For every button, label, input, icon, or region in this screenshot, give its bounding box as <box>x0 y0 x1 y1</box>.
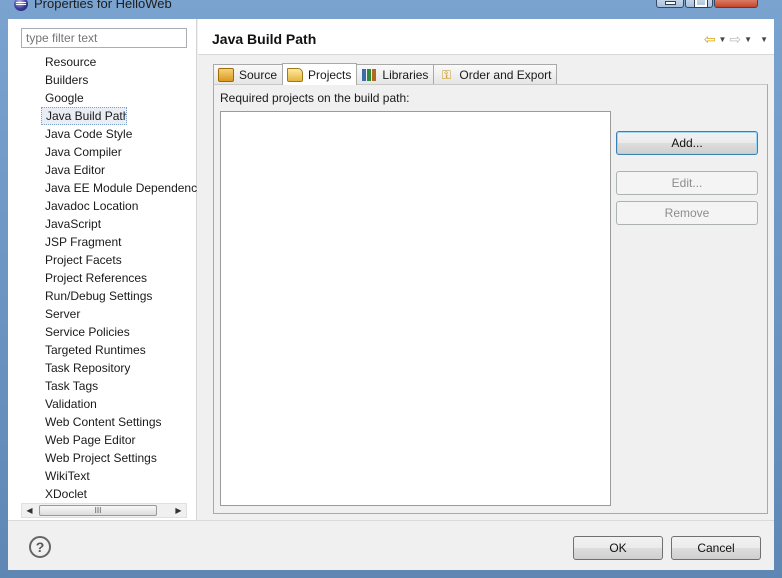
tree-item-web-page-editor[interactable]: Web Page Editor <box>41 431 197 449</box>
page-header: Java Build Path ⇦ ▼ ⇨ ▼ ▼ <box>198 19 774 55</box>
back-arrow-icon[interactable]: ⇦ <box>704 31 716 48</box>
tree-item-xdoclet[interactable]: XDoclet <box>41 485 197 503</box>
view-menu-icon[interactable]: ▼ <box>760 35 768 44</box>
tab-libraries[interactable]: Libraries <box>356 64 435 85</box>
tree-item-web-project-settings[interactable]: Web Project Settings <box>41 449 197 467</box>
back-dropdown-icon[interactable]: ▼ <box>719 35 727 44</box>
tree-item-wikitext[interactable]: WikiText <box>41 467 197 485</box>
tree-item-run-debug-settings[interactable]: Run/Debug Settings <box>41 287 197 305</box>
tree-item-java-ee-module-dependencies[interactable]: Java EE Module Dependencies <box>41 179 197 197</box>
tree-item-java-compiler[interactable]: Java Compiler <box>41 143 197 161</box>
tree-item-validation[interactable]: Validation <box>41 395 197 413</box>
project-folder-icon <box>287 67 304 82</box>
tree-item-java-build-path[interactable]: Java Build Path <box>41 107 127 125</box>
tree-item-task-repository[interactable]: Task Repository <box>41 359 197 377</box>
tab-projects[interactable]: Projects <box>282 63 358 85</box>
tree-item-google[interactable]: Google <box>41 89 197 107</box>
required-projects-label: Required projects on the build path: <box>220 91 410 105</box>
tree-item-targeted-runtimes[interactable]: Targeted Runtimes <box>41 341 197 359</box>
category-tree[interactable]: Resource Builders Google Java Build Path… <box>41 53 197 503</box>
history-navigation: ⇦ ▼ ⇨ ▼ ▼ <box>701 31 768 48</box>
tree-item-resource[interactable]: Resource <box>41 53 197 71</box>
window-controls <box>655 0 758 8</box>
horizontal-scrollbar[interactable]: ◀ III ▶ <box>21 503 187 518</box>
property-page: Java Build Path ⇦ ▼ ⇨ ▼ ▼ Source Project… <box>198 19 774 520</box>
tree-item-java-code-style[interactable]: Java Code Style <box>41 125 197 143</box>
tree-item-project-references[interactable]: Project References <box>41 269 197 287</box>
tab-libraries-label: Libraries <box>382 68 429 82</box>
tree-item-project-facets[interactable]: Project Facets <box>41 251 197 269</box>
tree-item-server[interactable]: Server <box>41 305 197 323</box>
forward-arrow-icon[interactable]: ⇨ <box>729 31 741 48</box>
category-pane: Resource Builders Google Java Build Path… <box>8 19 197 520</box>
forward-dropdown-icon[interactable]: ▼ <box>744 35 752 44</box>
libraries-icon <box>361 68 377 82</box>
help-icon[interactable]: ? <box>29 536 51 558</box>
dialog-client: Resource Builders Google Java Build Path… <box>8 19 774 570</box>
tree-item-web-content-settings[interactable]: Web Content Settings <box>41 413 197 431</box>
source-folder-icon <box>218 68 234 82</box>
required-projects-list[interactable] <box>220 111 611 506</box>
minimize-button[interactable] <box>656 0 684 8</box>
tab-projects-label: Projects <box>308 67 352 82</box>
tree-item-javadoc-location[interactable]: Javadoc Location <box>41 197 197 215</box>
ok-button[interactable]: OK <box>573 536 663 560</box>
edit-project-button[interactable]: Edit... <box>616 171 758 195</box>
tree-item-task-tags[interactable]: Task Tags <box>41 377 197 395</box>
scroll-left-arrow-icon[interactable]: ◀ <box>22 504 37 517</box>
properties-window: Properties for HelloWeb Resource Builder… <box>0 0 782 578</box>
tab-order-and-export[interactable]: ⚿ Order and Export <box>433 64 558 85</box>
tab-source-label: Source <box>239 68 278 82</box>
build-path-tabs: Source Projects Libraries ⚿ Order and Ex… <box>213 63 558 85</box>
tree-item-jsp-fragment[interactable]: JSP Fragment <box>41 233 197 251</box>
scroll-right-arrow-icon[interactable]: ▶ <box>171 504 186 517</box>
window-title: Properties for HelloWeb <box>34 0 172 11</box>
page-title: Java Build Path <box>212 31 317 47</box>
filter-input[interactable] <box>21 28 187 48</box>
title-bar[interactable]: Properties for HelloWeb <box>0 0 782 14</box>
tab-order-and-export-label: Order and Export <box>459 68 552 82</box>
order-export-icon: ⚿ <box>441 68 451 82</box>
close-button[interactable] <box>714 0 758 8</box>
maximize-button[interactable] <box>685 0 713 8</box>
tree-item-builders[interactable]: Builders <box>41 71 197 89</box>
eclipse-icon <box>14 0 28 11</box>
tab-source[interactable]: Source <box>213 64 284 85</box>
projects-tab-panel: Required projects on the build path: Add… <box>213 84 768 514</box>
remove-project-button[interactable]: Remove <box>616 201 758 225</box>
tree-item-service-policies[interactable]: Service Policies <box>41 323 197 341</box>
tree-item-java-editor[interactable]: Java Editor <box>41 161 197 179</box>
scroll-thumb[interactable]: III <box>39 505 157 516</box>
add-project-button[interactable]: Add... <box>616 131 758 155</box>
dialog-button-bar: ? OK Cancel <box>8 520 774 570</box>
cancel-button[interactable]: Cancel <box>671 536 761 560</box>
tree-item-javascript[interactable]: JavaScript <box>41 215 197 233</box>
